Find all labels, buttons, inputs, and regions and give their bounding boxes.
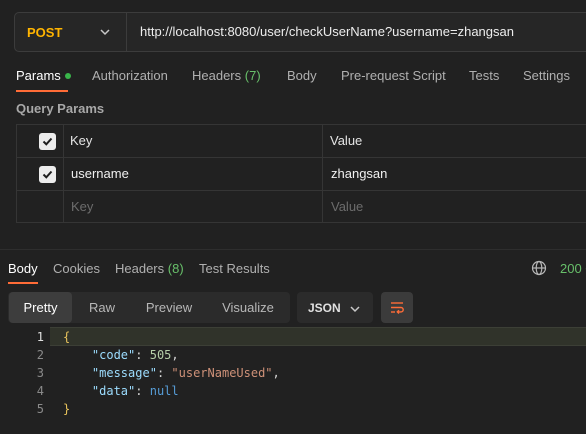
tab-params[interactable]: Params: [16, 68, 71, 83]
tab-headers-count: (7): [244, 68, 261, 83]
table-row-empty: Key Value: [17, 191, 586, 224]
response-tab-cookies[interactable]: Cookies: [53, 261, 100, 276]
view-raw-button[interactable]: Raw: [78, 292, 126, 323]
json-value-message: "userNameUsed": [171, 366, 273, 380]
table-header-row: Key Value: [17, 125, 586, 158]
params-active-dot: [64, 72, 71, 79]
globe-icon[interactable]: [531, 260, 547, 276]
tab-headers[interactable]: Headers (7): [192, 68, 261, 83]
json-key-message: "message": [91, 366, 157, 380]
param-value[interactable]: zhangsan: [331, 158, 387, 190]
line-number: 5: [36, 402, 44, 416]
active-tab-indicator: [16, 90, 68, 92]
chevron-down-icon: [350, 306, 360, 313]
url-bar: POST http://localhost:8080/user/checkUse…: [14, 12, 586, 52]
tab-settings[interactable]: Settings: [523, 68, 570, 83]
json-close-brace: }: [63, 402, 71, 416]
param-checkbox[interactable]: [39, 166, 56, 183]
new-value-input[interactable]: Value: [331, 191, 363, 223]
key-column-header: Key: [70, 133, 93, 148]
method-select[interactable]: POST: [15, 13, 127, 51]
line-number: 1: [36, 330, 44, 344]
json-open-brace: {: [63, 330, 71, 344]
response-tab-headers[interactable]: Headers (8): [115, 261, 184, 276]
tab-tests[interactable]: Tests: [469, 68, 499, 83]
method-label: POST: [27, 24, 63, 40]
line-number: 3: [36, 366, 44, 380]
code-line-3[interactable]: "message": "userNameUsed",: [63, 364, 280, 382]
value-column-header: Value: [330, 133, 363, 148]
query-params-table: Key Value username zhangsan Key Value: [16, 124, 586, 223]
tab-headers-label: Headers: [192, 68, 242, 83]
param-key[interactable]: username: [71, 158, 129, 190]
status-code: 200 O: [560, 261, 586, 276]
format-label: JSON: [308, 300, 341, 315]
active-response-tab-indicator: [8, 282, 38, 284]
tab-body[interactable]: Body: [287, 68, 317, 83]
url-input[interactable]: http://localhost:8080/user/checkUserName…: [140, 13, 514, 51]
query-params-title: Query Params: [16, 101, 105, 116]
code-line-5[interactable]: }: [63, 400, 70, 418]
check-icon: [42, 170, 53, 179]
line-number: 4: [36, 384, 44, 398]
tab-authorization[interactable]: Authorization: [92, 68, 168, 83]
wrap-icon: [391, 301, 404, 314]
json-value-data: null: [149, 384, 179, 398]
view-pretty-button[interactable]: Pretty: [9, 292, 72, 323]
code-line-4[interactable]: "data": null: [63, 382, 179, 400]
select-all-checkbox[interactable]: [39, 133, 56, 150]
line-number: 2: [36, 348, 44, 362]
tab-params-label: Params: [16, 68, 61, 83]
check-icon: [42, 137, 53, 146]
response-tab-headers-label: Headers: [115, 261, 165, 276]
current-line-highlight: [50, 327, 586, 346]
response-tab-test-results[interactable]: Test Results: [199, 261, 270, 276]
chevron-down-icon: [100, 29, 110, 36]
view-preview-button[interactable]: Preview: [134, 292, 204, 323]
code-line-1[interactable]: {: [63, 328, 70, 346]
wrap-lines-button[interactable]: [381, 292, 413, 323]
code-line-2[interactable]: "code": 505,: [63, 346, 179, 364]
json-key-data: "data": [91, 384, 136, 398]
response-tab-headers-count: (8): [167, 261, 184, 276]
tab-pre-request-script[interactable]: Pre-request Script: [341, 68, 446, 83]
format-select[interactable]: JSON: [297, 292, 373, 323]
pane-divider[interactable]: [0, 249, 586, 250]
view-mode-group: Pretty Raw Preview Visualize: [8, 292, 290, 323]
json-value-code: 505: [149, 348, 172, 362]
json-key-code: "code": [91, 348, 136, 362]
table-row: username zhangsan: [17, 158, 586, 191]
view-visualize-button[interactable]: Visualize: [212, 292, 284, 323]
new-key-input[interactable]: Key: [71, 191, 93, 223]
response-tab-body[interactable]: Body: [8, 261, 38, 276]
